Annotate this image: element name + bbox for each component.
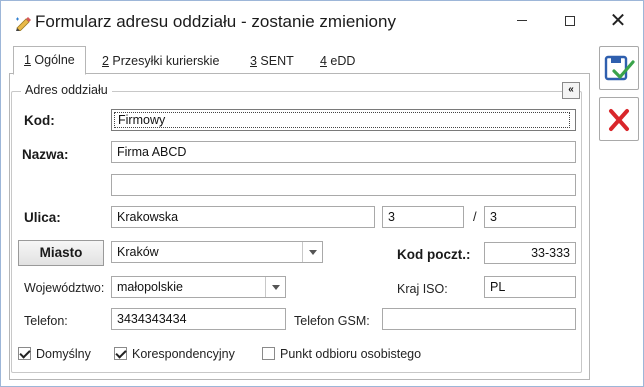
kraj-iso-label: Kraj ISO:: [397, 282, 448, 296]
chevron-down-icon[interactable]: [302, 242, 322, 262]
cancel-x-icon: [609, 109, 629, 131]
tab-ogolne[interactable]: 1 Ogólne: [13, 46, 86, 75]
maximize-icon: [565, 15, 575, 26]
korespondencyjny-checkbox[interactable]: Korespondencyjny: [114, 347, 235, 363]
checkbox-checked-icon[interactable]: [114, 347, 127, 361]
telefon-label: Telefon:: [24, 314, 68, 328]
checkbox-checked-icon[interactable]: [18, 347, 31, 361]
nr-domu-field[interactable]: 3: [382, 206, 464, 228]
cancel-button[interactable]: [599, 97, 639, 141]
telefon-gsm-field[interactable]: [382, 308, 576, 330]
miasto-select[interactable]: Kraków: [111, 241, 323, 263]
wojewodztwo-label: Województwo:: [24, 281, 105, 295]
address-group: [11, 91, 582, 373]
minimize-icon: [517, 20, 527, 22]
nr-separator: /: [473, 209, 477, 224]
tab-edd[interactable]: 4 eDD: [310, 49, 365, 73]
close-icon: ✕: [609, 10, 627, 32]
title-bar: Formularz adresu oddziału - zostanie zmi…: [1, 1, 643, 45]
punkt-odbioru-checkbox[interactable]: Punkt odbioru osobistego: [262, 347, 421, 363]
close-button[interactable]: ✕: [595, 1, 641, 41]
wojewodztwo-select[interactable]: małopolskie: [111, 276, 286, 298]
app-pencil-icon: [16, 17, 31, 31]
kraj-iso-field[interactable]: PL: [484, 276, 576, 298]
save-disk-icon: [604, 55, 635, 81]
chevron-down-icon[interactable]: [265, 277, 285, 297]
dialog-window: Formularz adresu oddziału - zostanie zmi…: [0, 0, 644, 387]
tab-strip: 1 Ogólne 2 Przesyłki kurierskie 3 SENT 4…: [9, 46, 589, 75]
nr-lokalu-field[interactable]: 3: [484, 206, 576, 228]
ulica-label: Ulica:: [24, 210, 61, 225]
maximize-button[interactable]: [547, 1, 593, 41]
kod-poczt-field[interactable]: 33-333: [484, 242, 576, 264]
window-title: Formularz adresu oddziału - zostanie zmi…: [35, 12, 396, 31]
miasto-button[interactable]: Miasto: [18, 240, 104, 266]
kod-poczt-label: Kod poczt.:: [397, 247, 471, 262]
save-button[interactable]: [599, 46, 639, 90]
telefon-gsm-label: Telefon GSM:: [294, 314, 370, 328]
nazwa-label: Nazwa:: [22, 147, 69, 162]
minimize-button[interactable]: [499, 1, 545, 41]
domyslny-checkbox[interactable]: Domyślny: [18, 347, 91, 363]
nazwa-field[interactable]: Firma ABCD: [111, 141, 576, 163]
group-title: Adres oddziału: [21, 83, 112, 97]
collapse-button[interactable]: «: [562, 82, 580, 99]
kod-field[interactable]: Firmowy: [111, 109, 576, 131]
kod-label: Kod:: [24, 113, 55, 128]
tab-sent[interactable]: 3 SENT: [240, 49, 304, 73]
nazwa2-field[interactable]: [111, 174, 576, 196]
ulica-field[interactable]: Krakowska: [111, 206, 375, 228]
tab-przesylki-kurierskie[interactable]: 2 Przesyłki kurierskie: [92, 49, 229, 73]
telefon-field[interactable]: 3434343434: [111, 308, 286, 330]
checkbox-unchecked-icon[interactable]: [262, 347, 275, 361]
